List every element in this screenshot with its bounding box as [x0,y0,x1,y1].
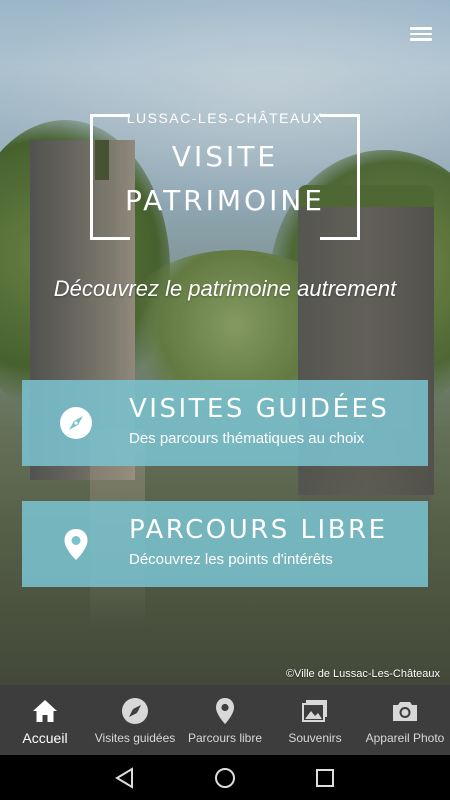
city-name: LUSSAC-LES-CHÂTEAUX [126,110,324,126]
bottom-tab-bar: Accueil Visites guidées Parcours libre S… [0,685,450,755]
tab-appareil-photo[interactable]: Appareil Photo [360,685,450,755]
home-nav-icon[interactable] [212,765,238,791]
tagline: Découvrez le patrimoine autrement [53,276,397,301]
tab-label: Appareil Photo [365,731,445,745]
photos-icon [302,700,327,722]
tab-label: Accueil [22,730,68,746]
recent-apps-icon[interactable] [312,765,338,791]
back-icon[interactable] [112,765,138,791]
parcours-libre-button[interactable]: PARCOURS LIBRE Découvrez les points d'in… [22,501,428,587]
tab-label: Parcours libre [187,731,263,745]
hamburger-menu-icon[interactable] [406,24,436,46]
tab-label: Visites guidées [94,731,176,745]
camera-icon [393,702,417,721]
title-frame: LUSSAC-LES-CHÂTEAUX VISITE PATRIMOINE [90,110,360,240]
android-nav-bar [0,755,450,800]
photo-credit: ©Ville de Lussac-Les-Châteaux [285,668,440,680]
page-title-line2: PATRIMOINE [125,184,325,217]
map-pin-icon [64,529,88,560]
card-subtitle: Découvrez les points d'intérêts [129,551,333,568]
map-pin-icon [216,698,234,724]
card-title: PARCOURS LIBRE [129,515,388,545]
tab-visites-guidees[interactable]: Visites guidées [90,685,180,755]
tab-label: Souvenirs [288,731,342,745]
page-title-line1: VISITE [171,140,279,173]
home-icon [33,700,57,722]
tab-parcours-libre[interactable]: Parcours libre [180,685,270,755]
compass-icon [60,407,92,439]
tab-souvenirs[interactable]: Souvenirs [270,685,360,755]
compass-icon [122,698,148,724]
card-subtitle: Des parcours thématiques au choix [129,430,365,447]
visites-guidees-button[interactable]: VISITES GUIDÉES Des parcours thématiques… [22,380,428,466]
tab-accueil[interactable]: Accueil [0,685,90,755]
card-title: VISITES GUIDÉES [129,394,390,424]
